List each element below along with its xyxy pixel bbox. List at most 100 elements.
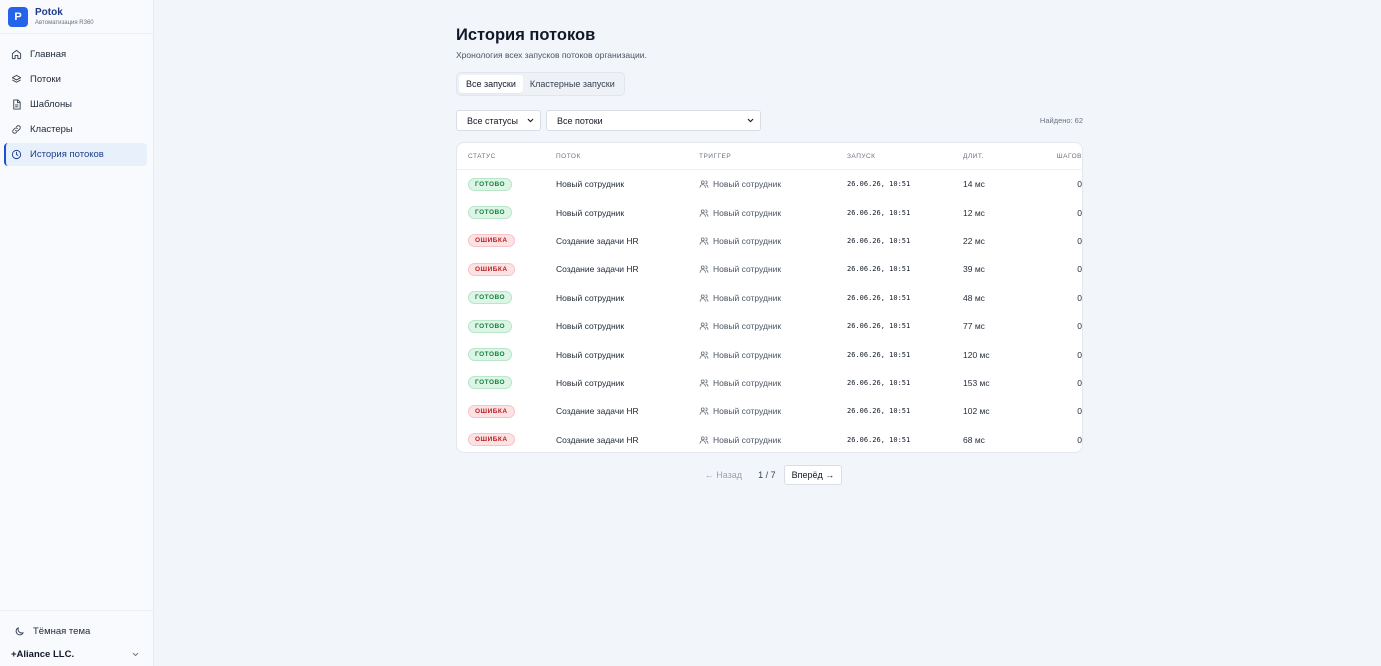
brand[interactable]: P Potok Автоматизация R360	[0, 0, 153, 34]
results-count-label: Найдено:	[1039, 116, 1073, 125]
flow-name: Новый сотрудник	[556, 179, 625, 190]
table-row[interactable]: ОШИБКА Создание задачи HR Новый сотрудник 2…	[457, 255, 1082, 283]
trigger-name: Новый сотрудник	[713, 264, 782, 275]
trigger-name: Новый сотрудник	[713, 321, 782, 332]
duration: 39 мс	[963, 264, 985, 275]
flow-name: Новый сотрудник	[556, 207, 625, 218]
status-badge: ГОТОВО	[468, 376, 513, 390]
flow-filter-select[interactable]: Все потоки	[546, 110, 761, 131]
brand-logo: P	[8, 6, 28, 27]
table-row[interactable]: ОШИБКА Создание задачи HR Новый сотрудник 2…	[457, 426, 1082, 452]
start-time: 26.06.26, 10:51	[847, 208, 911, 217]
trigger-name: Новый сотрудник	[713, 235, 782, 246]
users-icon	[699, 407, 709, 416]
start-time: 26.06.26, 10:51	[847, 350, 911, 359]
users-icon	[699, 350, 709, 359]
start-time: 26.06.26, 10:51	[847, 293, 911, 302]
table-row[interactable]: ГОТОВО Новый сотрудник Новый сотрудник 26.0…	[457, 198, 1082, 226]
status-badge: ОШИБКА	[468, 433, 515, 447]
column-steps[interactable]: ШАГОВ	[1034, 153, 1082, 160]
table-row[interactable]: ГОТОВО Новый сотрудник Новый сотрудник 26.0…	[457, 284, 1082, 312]
duration: 153 мс	[963, 377, 990, 388]
table-row[interactable]: ГОТОВО Новый сотрудник Новый сотрудник 26.0…	[457, 312, 1082, 340]
status-badge: ОШИБКА	[468, 404, 515, 418]
sidebar-item-flows[interactable]: Потоки	[4, 68, 147, 91]
page-subtitle: Хронология всех запусков потоков организ…	[456, 50, 647, 60]
users-icon	[699, 379, 709, 387]
duration: 102 мс	[963, 406, 990, 417]
chevron-down-icon	[132, 652, 139, 657]
table-row[interactable]: ГОТОВО Новый сотрудник Новый сотрудник 26.0…	[457, 340, 1082, 368]
users-icon	[699, 436, 709, 444]
trigger-cell: Новый сотрудник	[699, 350, 847, 360]
clock-icon	[11, 149, 22, 160]
duration: 68 мс	[963, 434, 985, 445]
steps-count: 0	[1077, 406, 1082, 417]
steps-count: 0	[1077, 207, 1082, 218]
pagination-page-indicator: 1 / 7	[758, 470, 776, 480]
pagination-next-button[interactable]: Вперёд →	[783, 465, 843, 485]
trigger-name: Новый сотрудник	[713, 349, 782, 360]
sidebar-item-label: Кластеры	[30, 124, 73, 135]
column-start[interactable]: ЗАПУСК	[847, 153, 963, 160]
start-time: 26.06.26, 10:51	[847, 322, 911, 331]
steps-count: 0	[1077, 235, 1082, 246]
flow-name: Новый сотрудник	[556, 377, 625, 388]
flow-name: Новый сотрудник	[556, 349, 625, 360]
trigger-name: Новый сотрудник	[713, 292, 782, 303]
table-row[interactable]: ОШИБКА Создание задачи HR Новый сотрудник 2…	[457, 227, 1082, 255]
column-flow[interactable]: ПОТОК	[556, 153, 699, 160]
sidebar-item-label: Потоки	[30, 74, 61, 85]
status-badge: ОШИБКА	[468, 234, 515, 248]
table-row[interactable]: ГОТОВО Новый сотрудник Новый сотрудник 26.0…	[457, 369, 1082, 397]
status-badge: ГОТОВО	[468, 348, 513, 362]
trigger-cell: Новый сотрудник	[699, 406, 847, 416]
sidebar-item-label: История потоков	[30, 149, 104, 160]
trigger-cell: Новый сотрудник	[699, 179, 847, 189]
brand-name: Potok	[35, 6, 63, 18]
sidebar-item-clusters[interactable]: Кластеры	[4, 118, 147, 141]
users-icon	[699, 294, 709, 302]
sidebar-item-home[interactable]: Главная	[4, 43, 147, 66]
column-duration[interactable]: ДЛИТ.	[963, 153, 1034, 160]
results-count-value: 62	[1074, 116, 1083, 125]
trigger-cell: Новый сотрудник	[699, 236, 847, 246]
home-icon	[11, 49, 22, 60]
column-trigger[interactable]: ТРИГГЕР	[699, 153, 847, 160]
pagination-prev-button[interactable]: ← Назад	[697, 465, 750, 485]
tab-cluster-runs[interactable]: Кластерные запуски	[523, 75, 622, 93]
document-icon	[13, 99, 21, 110]
sidebar-footer: Тёмная тема +Aliance LLC.	[0, 610, 154, 666]
sidebar-item-label: Шаблоны	[30, 99, 73, 110]
sidebar-item-templates[interactable]: Шаблоны	[4, 93, 147, 116]
steps-count: 0	[1077, 292, 1082, 303]
start-time: 26.06.26, 10:51	[847, 180, 911, 189]
org-name: +Aliance LLC.	[11, 649, 75, 660]
org-switcher[interactable]: +Aliance LLC.	[0, 649, 154, 660]
status-badge: ГОТОВО	[468, 177, 513, 191]
flow-name: Создание задачи HR	[556, 235, 639, 246]
trigger-cell: Новый сотрудник	[699, 435, 847, 445]
steps-count: 0	[1077, 377, 1082, 388]
trigger-name: Новый сотрудник	[713, 434, 782, 445]
tab-all-runs[interactable]: Все запуски	[459, 75, 523, 93]
table-row[interactable]: ГОТОВО Новый сотрудник Новый сотрудник 26.0…	[457, 170, 1082, 198]
layers-icon	[11, 74, 22, 83]
users-icon	[699, 322, 709, 330]
theme-toggle-label: Тёмная тема	[33, 625, 91, 637]
results-count: Найдено: 62	[1038, 116, 1083, 125]
duration: 14 мс	[963, 179, 985, 190]
column-status[interactable]: СТАТУС	[457, 153, 556, 160]
table-row[interactable]: ОШИБКА Создание задачи HR Новый сотрудник 2…	[457, 397, 1082, 425]
steps-count: 0	[1077, 349, 1082, 360]
duration: 48 мс	[963, 292, 985, 303]
duration: 22 мс	[963, 235, 985, 246]
status-filter-select[interactable]: Все статусы	[456, 110, 541, 131]
steps-count: 0	[1077, 434, 1082, 445]
steps-count: 0	[1077, 264, 1082, 275]
sidebar-item-label: Главная	[30, 49, 67, 60]
sidebar-item-flow-history[interactable]: История потоков	[4, 143, 147, 166]
flow-name: Новый сотрудник	[556, 292, 625, 303]
trigger-cell: Новый сотрудник	[699, 208, 847, 218]
theme-toggle[interactable]: Тёмная тема	[0, 621, 154, 641]
